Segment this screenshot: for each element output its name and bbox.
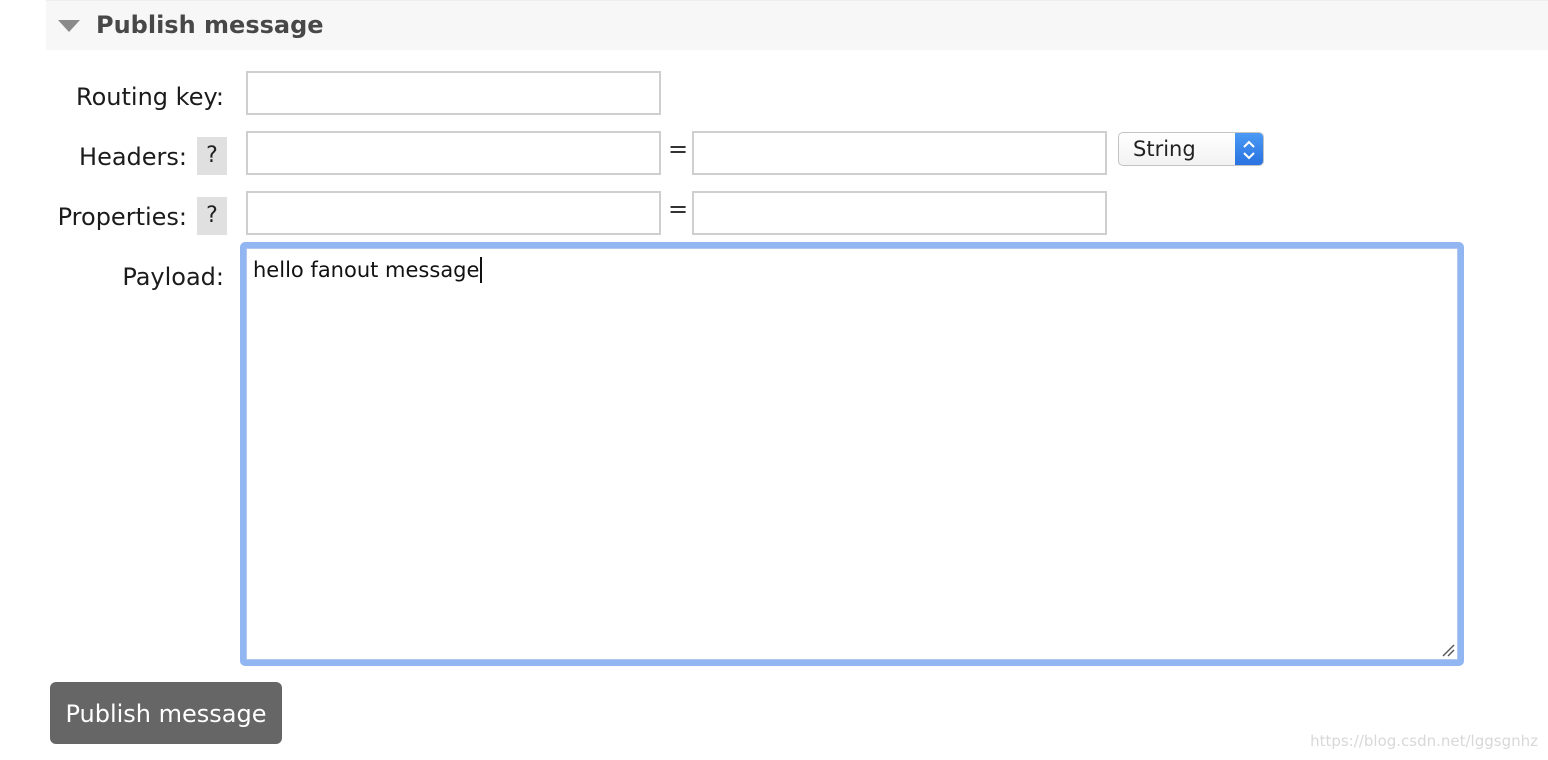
payload-label: Payload:: [122, 263, 224, 291]
property-key-input[interactable]: [246, 191, 661, 235]
routing-key-label: Routing key:: [76, 83, 224, 111]
resize-handle-icon[interactable]: [1441, 643, 1455, 657]
properties-equals-sign: =: [668, 195, 689, 223]
headers-help-icon[interactable]: ?: [197, 137, 227, 175]
headers-label: Headers:: [79, 143, 187, 171]
payload-textarea[interactable]: hello fanout message: [246, 248, 1458, 660]
triangle-down-icon[interactable]: [58, 20, 80, 32]
properties-help-icon[interactable]: ?: [197, 197, 227, 235]
header-value-input[interactable]: [692, 131, 1107, 175]
text-caret: [480, 257, 483, 283]
header-type-select[interactable]: String: [1118, 132, 1264, 166]
payload-text-line: hello fanout message: [253, 257, 483, 283]
header-key-input[interactable]: [246, 131, 661, 175]
publish-message-button[interactable]: Publish message: [50, 682, 282, 744]
routing-key-input[interactable]: [246, 71, 661, 115]
section-title[interactable]: Publish message: [96, 11, 324, 39]
headers-equals-sign: =: [668, 135, 689, 163]
payload-textarea-focus-ring[interactable]: hello fanout message: [240, 242, 1464, 666]
property-value-input[interactable]: [692, 191, 1107, 235]
header-type-value: String: [1133, 137, 1196, 161]
payload-value: hello fanout message: [253, 258, 480, 282]
select-arrows-icon: [1235, 133, 1263, 165]
watermark-text: https://blog.csdn.net/lggsgnhz: [1310, 732, 1538, 750]
properties-label: Properties:: [57, 203, 187, 231]
